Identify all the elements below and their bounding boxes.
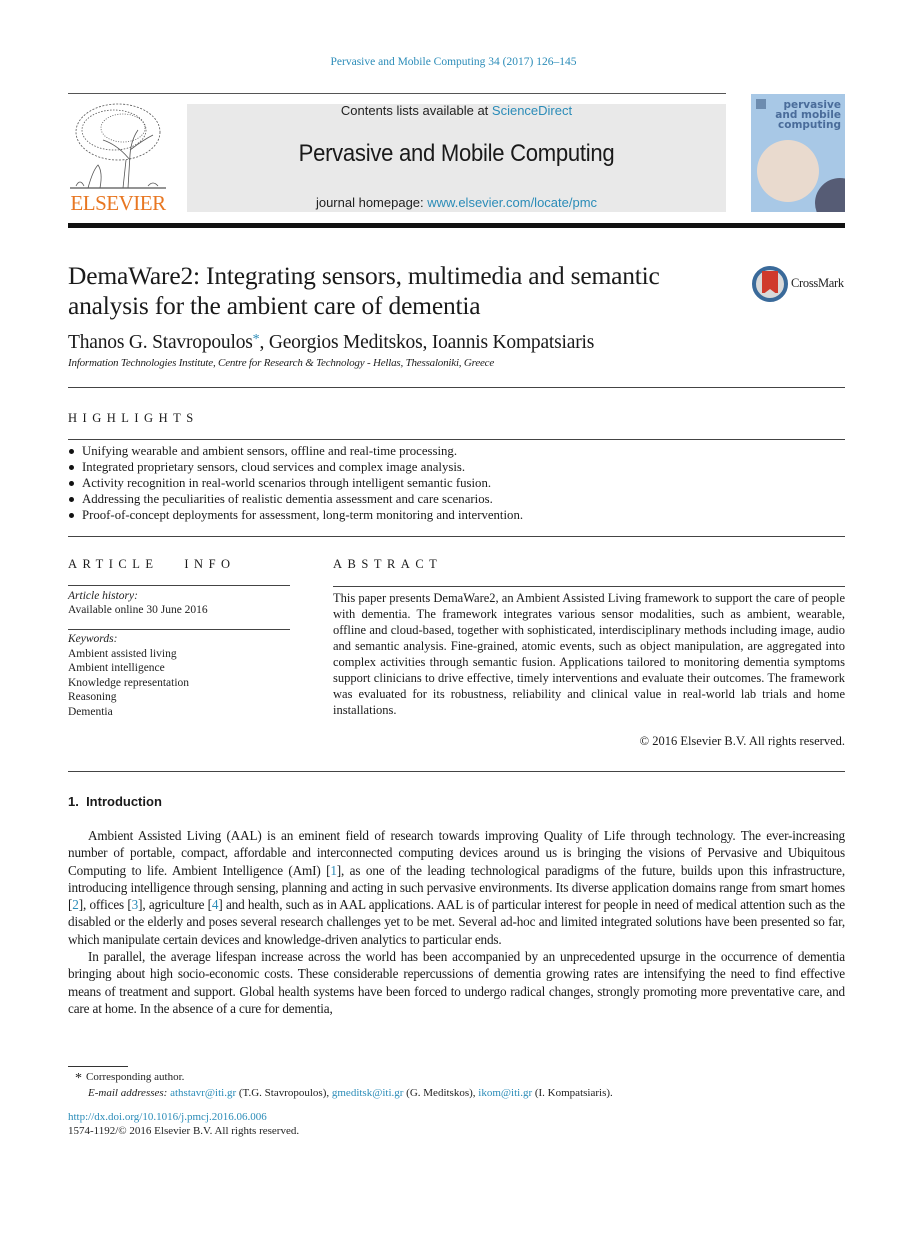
masthead-bottom-rule <box>68 223 845 228</box>
cover-dark-circle <box>815 178 845 212</box>
highlights-list: Unifying wearable and ambient sensors, o… <box>68 443 845 523</box>
highlights-heading: HIGHLIGHTS <box>68 411 199 425</box>
corresponding-author-mark[interactable]: * <box>253 332 260 347</box>
homepage-prefix: journal homepage: <box>315 195 428 210</box>
journal-homepage-link[interactable]: www.elsevier.com/locate/pmc <box>427 195 597 210</box>
issn-copyright: 1574-1192/© 2016 Elsevier B.V. All right… <box>68 1125 300 1137</box>
keywords-label: Keywords: <box>68 633 118 645</box>
article-info-heading: ARTICLE INFO <box>68 557 236 571</box>
author-list: Thanos G. Stavropoulos*, Georgios Medits… <box>68 332 595 353</box>
crossmark-label: CrossMark <box>791 276 844 290</box>
elsevier-logo[interactable]: ELSEVIER <box>68 100 168 214</box>
divider <box>68 629 290 630</box>
highlight-item: Integrated proprietary sensors, cloud se… <box>68 459 845 475</box>
footnote-corresponding: * Corresponding author. <box>75 1071 184 1087</box>
abstract-text: This paper presents DemaWare2, an Ambien… <box>333 591 845 717</box>
keywords-list: Ambient assisted living Ambient intellig… <box>68 647 189 719</box>
cover-title: pervasive and mobile computing <box>775 100 841 131</box>
highlight-item: Unifying wearable and ambient sensors, o… <box>68 443 845 459</box>
contents-line: Contents lists available at ScienceDirec… <box>187 103 726 118</box>
cover-publisher-icon <box>756 99 766 109</box>
email-link[interactable]: gmeditsk@iti.gr <box>332 1087 404 1099</box>
highlight-item: Proof-of-concept deployments for assessm… <box>68 507 845 523</box>
keyword: Ambient assisted living <box>68 648 177 660</box>
highlight-item: Activity recognition in real-world scena… <box>68 475 845 491</box>
footnote-rule <box>68 1066 128 1067</box>
introduction-body: Ambient Assisted Living (AAL) is an emin… <box>68 827 845 1017</box>
article-title: DemaWare2: Integrating sensors, multimed… <box>68 261 660 320</box>
footnote-star: * <box>75 1071 82 1086</box>
divider <box>68 439 845 440</box>
crossmark-notch <box>762 289 778 295</box>
masthead-top-rule <box>68 93 726 94</box>
email-link[interactable]: ikom@iti.gr <box>478 1087 532 1099</box>
journal-reference[interactable]: Pervasive and Mobile Computing 34 (2017)… <box>0 56 907 68</box>
article-history-label: Article history: <box>68 590 138 602</box>
journal-cover-thumbnail[interactable]: pervasive and mobile computing <box>751 94 845 212</box>
doi-link[interactable]: http://dx.doi.org/10.1016/j.pmcj.2016.06… <box>68 1111 267 1123</box>
elsevier-tree-icon <box>70 103 166 189</box>
cover-title-line: computing <box>778 119 841 131</box>
divider <box>68 771 845 772</box>
sciencedirect-link[interactable]: ScienceDirect <box>492 103 572 118</box>
keyword: Knowledge representation <box>68 676 190 689</box>
author-name[interactable]: Ioannis Kompatsiaris <box>432 332 594 353</box>
journal-title: Pervasive and Mobile Computing <box>298 140 615 167</box>
author-affiliation: Information Technologies Institute, Cent… <box>68 357 495 369</box>
email-owner: (G. Meditskos), <box>403 1087 479 1099</box>
introduction-paragraph: Ambient Assisted Living (AAL) is an emin… <box>68 827 845 948</box>
keyword: Reasoning <box>68 691 117 704</box>
elsevier-wordmark: ELSEVIER <box>70 191 166 215</box>
divider <box>68 536 845 537</box>
paragraph-text: ], offices [ <box>78 897 132 913</box>
cover-vitruvian-illustration <box>757 140 819 202</box>
section-heading-introduction: 1. Introduction <box>68 794 162 809</box>
paragraph-text: ], agriculture [ <box>138 897 212 913</box>
email-owner: (T.G. Stavropoulos), <box>236 1087 332 1099</box>
email-label: E-mail addresses: <box>88 1087 168 1099</box>
divider <box>68 387 845 388</box>
introduction-paragraph: In parallel, the average lifespan increa… <box>68 949 845 1016</box>
abstract-copyright: © 2016 Elsevier B.V. All rights reserved… <box>639 734 845 748</box>
email-owner: (I. Kompatsiaris). <box>532 1087 613 1099</box>
footnote-corresponding-text: Corresponding author. <box>86 1071 185 1083</box>
abstract-heading: ABSTRACT <box>333 557 443 571</box>
keyword: Dementia <box>68 705 113 718</box>
divider <box>333 586 845 587</box>
article-history-value: Available online 30 June 2016 <box>68 604 208 616</box>
keyword: Ambient intelligence <box>68 662 165 675</box>
highlight-item: Addressing the peculiarities of realisti… <box>68 491 845 507</box>
divider <box>68 585 290 586</box>
crossmark-badge[interactable]: CrossMark <box>752 265 852 305</box>
homepage-line: journal homepage: www.elsevier.com/locat… <box>187 195 726 210</box>
email-link[interactable]: athstavr@iti.gr <box>170 1087 236 1099</box>
footnote-emails: E-mail addresses: athstavr@iti.gr (T.G. … <box>88 1087 613 1099</box>
author-name[interactable]: Thanos G. Stavropoulos <box>68 332 253 353</box>
author-name[interactable]: Georgios Meditskos <box>269 332 423 353</box>
contents-prefix: Contents lists available at <box>340 103 492 118</box>
